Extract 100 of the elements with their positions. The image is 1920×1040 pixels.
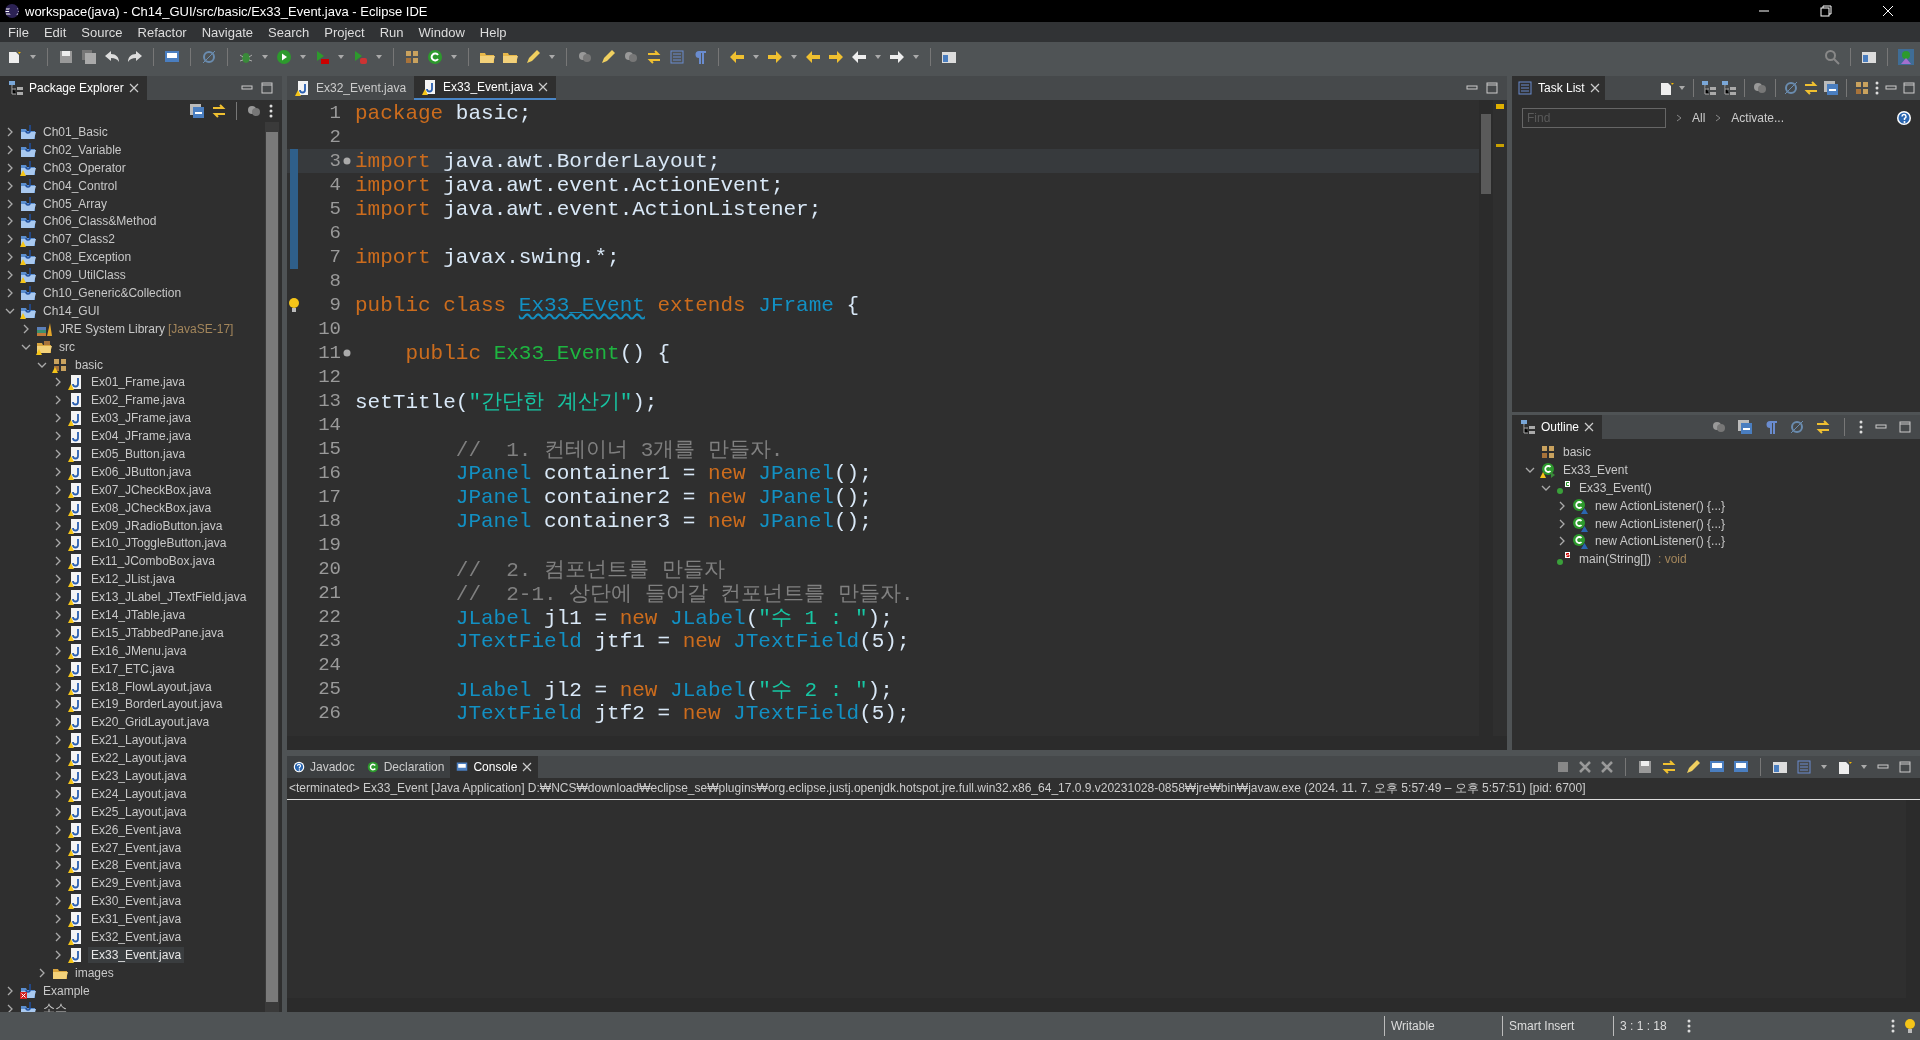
tree-item[interactable]: Ch01_Basic	[40, 123, 111, 140]
view-tab[interactable]: Console	[450, 756, 539, 778]
tree-item[interactable]: Ch07_Class2	[40, 231, 119, 248]
line-number: 16	[317, 462, 341, 484]
code-line: public class Ex33_Event extends JFrame {	[354, 293, 860, 317]
code-line: import java.awt.event.ActionListener;	[354, 197, 822, 221]
tree-item[interactable]: Ex08_JCheckBox.java	[88, 499, 215, 516]
menu-item[interactable]: Source	[75, 24, 132, 40]
line-number: 26	[317, 702, 341, 724]
code-line: JPanel container1 = new JPanel();	[454, 461, 872, 485]
tab-label: Declaration	[383, 760, 445, 774]
library-version: [JavaSE-17]	[168, 321, 234, 336]
tree-item[interactable]: Ex06_JButton.java	[88, 463, 195, 480]
tree-item[interactable]: Ch09_UtilClass	[40, 267, 129, 284]
tree-item[interactable]: Ex07_JCheckBox.java	[88, 481, 215, 498]
tree-item[interactable]: Ch08_Exception	[40, 249, 135, 266]
panel-tab[interactable]: Package Explorer	[0, 76, 147, 100]
panel-tab[interactable]: Outline	[1512, 415, 1603, 439]
line-number: 14	[317, 414, 341, 436]
tree-item[interactable]: Ex20_GridLayout.java	[88, 714, 213, 731]
tree-item[interactable]: Ex23_Layout.java	[88, 768, 190, 784]
tree-item[interactable]: new ActionListener() {...}	[1592, 497, 1729, 514]
tree-item[interactable]: new ActionListener() {...}	[1592, 533, 1729, 550]
menu-item[interactable]: File	[2, 24, 38, 40]
tab-label: Ex33_Event.java	[443, 80, 534, 94]
tree-item[interactable]: basic	[1560, 443, 1594, 460]
tree-item[interactable]: Ex29_Event.java	[88, 875, 185, 892]
code-line: JTextField jtf1 = new JTextField(5);	[454, 629, 910, 653]
view-tab[interactable]: Javadoc	[287, 756, 361, 778]
tree-item[interactable]: Ex19_BorderLayout.java	[88, 696, 226, 713]
tree-item[interactable]: Ex33_Event	[1560, 461, 1631, 478]
filter-link[interactable]: Activate...	[1731, 111, 1785, 125]
line-number: 11	[317, 342, 341, 364]
line-number: 13	[317, 390, 341, 412]
menu-item[interactable]: Navigate	[195, 24, 262, 40]
panel-tab[interactable]: Task List	[1512, 76, 1605, 100]
tree-item[interactable]: Ex14_JTable.java	[88, 607, 189, 623]
tree-item[interactable]: Ex25_Layout.java	[88, 803, 190, 820]
tree-item[interactable]: Ch03_Operator	[40, 159, 129, 176]
tab-label: Task List	[1538, 81, 1585, 95]
status-text: 3 : 1 : 18	[1620, 1019, 1667, 1033]
menu-item[interactable]: Run	[373, 24, 413, 40]
menu-item[interactable]: Refactor	[131, 24, 196, 40]
tree-item[interactable]: Ex10_JToggleButton.java	[88, 535, 230, 552]
tree-item[interactable]: Ch05_Array	[40, 195, 111, 212]
tree-item[interactable]: Ch06_Class&Method	[40, 213, 160, 230]
tree-item[interactable]: Ex26_Event.java	[88, 821, 185, 838]
menu-item[interactable]: Help	[473, 24, 516, 40]
menu-item[interactable]: Search	[262, 24, 319, 40]
tree-item[interactable]: Ex33_Event.java	[88, 946, 185, 963]
tree-item[interactable]: Ex15_JTabbedPane.java	[88, 624, 227, 641]
code-line: // 2-1. 상단에 들어갈 컨포넌트를 만들자.	[454, 582, 914, 607]
tree-item[interactable]: Ex11_JComboBox.java	[88, 553, 218, 570]
tree-item[interactable]: Ch02_Variable	[40, 141, 125, 158]
status-text: Smart Insert	[1509, 1019, 1575, 1033]
tree-item[interactable]: Ex13_JLabel_JTextField.java	[88, 589, 250, 606]
tree-item[interactable]: images	[72, 964, 117, 981]
tree-item[interactable]: Ch14_GUI	[40, 302, 103, 319]
tree-item[interactable]: Ex28_Event.java	[88, 857, 185, 874]
menu-item[interactable]: Edit	[37, 24, 76, 40]
tree-item[interactable]: Ex27_Event.java	[88, 839, 185, 856]
menu-item[interactable]: Project	[318, 24, 374, 40]
tree-item[interactable]: Example	[40, 982, 93, 999]
tree-item[interactable]: Ex12_JList.java	[88, 571, 179, 588]
tree-item[interactable]: Ex16_JMenu.java	[88, 642, 190, 659]
tree-item[interactable]: new ActionListener() {...}	[1592, 515, 1729, 532]
view-tab[interactable]: Declaration	[360, 756, 451, 778]
menu-item[interactable]: Window	[412, 24, 474, 40]
tree-item[interactable]: Ex30_Event.java	[88, 893, 185, 910]
tree-item[interactable]: Ex18_FlowLayout.java	[88, 678, 215, 695]
line-number: 2	[328, 126, 341, 148]
tree-item[interactable]: Ex21_Layout.java	[88, 732, 190, 749]
tree-item[interactable]: Ch10_Generic&Collection	[40, 284, 185, 301]
tree-item[interactable]: src	[56, 338, 78, 355]
tree-item[interactable]: JRE System Library	[56, 320, 169, 337]
filter-link[interactable]: All	[1692, 111, 1706, 125]
tree-item[interactable]: Ex17_ETC.java	[88, 660, 178, 677]
tree-item[interactable]: Ch04_Control	[40, 177, 121, 194]
code-line: import java.awt.BorderLayout;	[354, 149, 721, 173]
tree-item[interactable]: Ex31_Event.java	[88, 911, 185, 928]
tree-item[interactable]: 소스	[40, 999, 70, 1012]
tree-item[interactable]: Ex01_Frame.java	[88, 374, 189, 391]
editor-tab[interactable]: Ex33_Event.java	[414, 76, 557, 100]
tree-item[interactable]: Ex03_JFrame.java	[88, 410, 195, 427]
tree-item[interactable]: Ex05_Button.java	[88, 445, 189, 462]
tree-item[interactable]: basic	[72, 356, 106, 373]
line-number: 3	[328, 150, 341, 172]
tree-item[interactable]: Ex09_JRadioButton.java	[88, 517, 226, 534]
tree-item[interactable]: Ex33_Event()	[1576, 479, 1655, 496]
code-line: JLabel jl1 = new JLabel("수 1 : ");	[454, 606, 893, 631]
line-number: 1	[328, 102, 341, 124]
tree-item[interactable]: Ex24_Layout.java	[88, 785, 190, 802]
tree-item[interactable]: Ex04_JFrame.java	[88, 428, 195, 445]
code-line: JTextField jtf2 = new JTextField(5);	[454, 701, 910, 725]
tab-label: Ex32_Event.java	[316, 81, 407, 95]
tab-label: Outline	[1541, 420, 1580, 434]
tree-item[interactable]: main(String[])	[1576, 551, 1655, 568]
tree-item[interactable]: Ex22_Layout.java	[88, 750, 190, 767]
tree-item[interactable]: Ex02_Frame.java	[88, 392, 189, 409]
tree-item[interactable]: Ex32_Event.java	[88, 929, 185, 945]
